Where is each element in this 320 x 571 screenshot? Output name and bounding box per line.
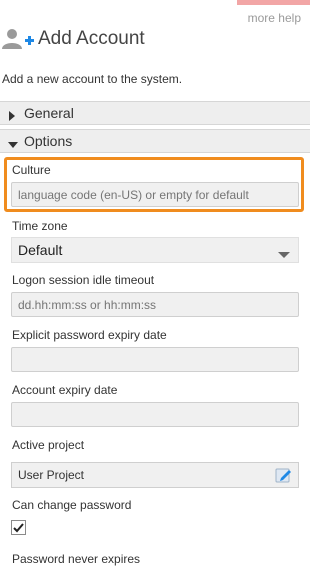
section-general-label: General — [24, 105, 74, 121]
time-zone-value: Default — [18, 242, 63, 258]
active-project-value: User Project — [18, 468, 85, 482]
chevron-right-icon — [8, 108, 16, 121]
section-options-label: Options — [24, 133, 73, 149]
account-expiry-input[interactable] — [11, 402, 299, 427]
idle-timeout-label: Logon session idle timeout — [12, 273, 155, 287]
page-header: Add Account — [0, 26, 145, 52]
password-never-expires-label: Password never expires — [12, 552, 141, 566]
dropdown-arrow-icon — [278, 246, 290, 258]
password-expiry-label: Explicit password expiry date — [12, 328, 167, 342]
edit-pencil-icon[interactable] — [275, 466, 293, 484]
active-project-field[interactable]: User Project — [11, 462, 299, 488]
add-user-icon — [0, 27, 36, 51]
idle-timeout-input[interactable] — [11, 292, 299, 317]
section-options[interactable]: Options — [0, 129, 310, 153]
page-title: Add Account — [38, 28, 145, 49]
can-change-password-label: Can change password — [12, 498, 132, 512]
account-expiry-label: Account expiry date — [12, 383, 118, 397]
password-expiry-input[interactable] — [11, 347, 299, 372]
checkmark-icon — [13, 523, 24, 533]
time-zone-select[interactable]: Default — [11, 237, 299, 263]
more-help-link[interactable]: more help — [237, 0, 310, 25]
culture-input[interactable] — [11, 182, 299, 207]
active-project-label: Active project — [12, 438, 85, 452]
page-description: Add a new account to the system. — [2, 72, 183, 86]
can-change-password-checkbox[interactable] — [11, 520, 26, 535]
time-zone-label: Time zone — [12, 219, 68, 233]
section-general[interactable]: General — [0, 101, 310, 125]
chevron-down-icon — [8, 136, 18, 148]
culture-label: Culture — [12, 163, 51, 177]
